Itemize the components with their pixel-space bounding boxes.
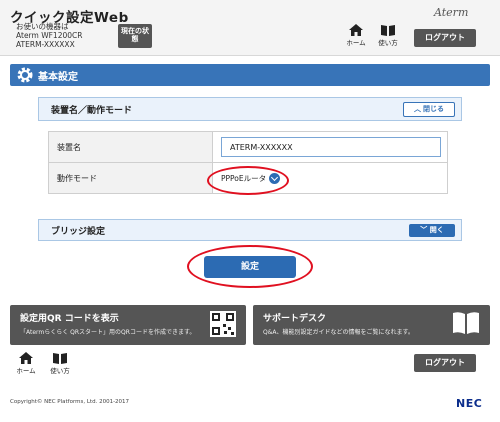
- device-panel-title: 装置名／動作モード: [51, 106, 133, 116]
- close-panel-button[interactable]: ︿ 閉じる: [403, 102, 455, 117]
- bridge-panel-title: ブリッジ設定: [51, 227, 106, 237]
- section-bar: 基本設定: [10, 64, 490, 86]
- qr-card-title: 設定用QR コードを表示: [20, 314, 119, 324]
- qr-code-icon: [210, 311, 236, 337]
- book-icon: [453, 312, 479, 334]
- help-label: 使い方: [378, 39, 398, 47]
- table-row: 装置名: [48, 131, 448, 163]
- device-name-field[interactable]: [221, 137, 441, 157]
- current-status-button[interactable]: 現在の状態: [118, 24, 152, 48]
- home-icon: [349, 24, 363, 36]
- device-label: お使いの機器は: [16, 22, 69, 31]
- support-desk-card[interactable]: サポートデスク Q&A、機能別設定ガイドなどの情報をご覧になれます。: [253, 305, 490, 345]
- chevron-up-icon: ︿: [414, 105, 421, 113]
- home-label: ホーム: [346, 39, 366, 47]
- device-name: ATERM-XXXXXX: [16, 40, 75, 49]
- book-icon: [53, 353, 67, 364]
- header: クイック設定Web お使いの機器は Aterm WF1200CR ATERM-X…: [0, 0, 500, 56]
- section-title: 基本設定: [38, 72, 78, 83]
- highlight-ellipse: [187, 245, 313, 288]
- brand-logo: Aterm: [434, 6, 469, 19]
- footer-logout-button[interactable]: ログアウト: [414, 354, 476, 372]
- footer-home-link[interactable]: ホーム: [14, 352, 38, 375]
- footer-help-link[interactable]: 使い方: [48, 352, 72, 375]
- open-panel-button[interactable]: ﹀ 開く: [409, 224, 455, 237]
- open-panel-label: 開く: [429, 226, 444, 234]
- nec-logo: NEC: [456, 397, 483, 410]
- gear-icon: [17, 67, 33, 83]
- device-name-cell: [212, 131, 448, 163]
- book-icon: [381, 25, 395, 36]
- home-icon: [19, 352, 33, 364]
- operation-mode-label: 動作モード: [48, 162, 213, 194]
- support-card-title: サポートデスク: [263, 314, 327, 324]
- device-panel-header: 装置名／動作モード ︿ 閉じる: [38, 97, 462, 121]
- chevron-down-icon: ﹀: [420, 226, 428, 234]
- logout-button[interactable]: ログアウト: [414, 29, 476, 47]
- highlight-ellipse: [207, 166, 289, 195]
- qr-code-card[interactable]: 設定用QR コードを表示 「Atermらくらく QRスタート」用のQRコードを作…: [10, 305, 246, 345]
- qr-card-desc: 「Atermらくらく QRスタート」用のQRコードを作成できます。: [20, 329, 196, 336]
- device-model: Aterm WF1200CR: [16, 31, 83, 40]
- support-card-desc: Q&A、機能別設定ガイドなどの情報をご覧になれます。: [263, 329, 414, 336]
- help-link[interactable]: 使い方: [376, 24, 400, 47]
- bridge-panel-header: ブリッジ設定 ﹀ 開く: [38, 219, 462, 241]
- home-link[interactable]: ホーム: [344, 24, 368, 47]
- device-name-label: 装置名: [48, 131, 213, 163]
- copyright: Copyright© NEC Platforms, Ltd. 2001-2017: [10, 399, 130, 405]
- footer-help-label: 使い方: [50, 367, 70, 375]
- footer-home-label: ホーム: [16, 367, 36, 375]
- device-info: お使いの機器は Aterm WF1200CR ATERM-XXXXXX: [16, 22, 82, 49]
- close-panel-label: 閉じる: [423, 105, 444, 113]
